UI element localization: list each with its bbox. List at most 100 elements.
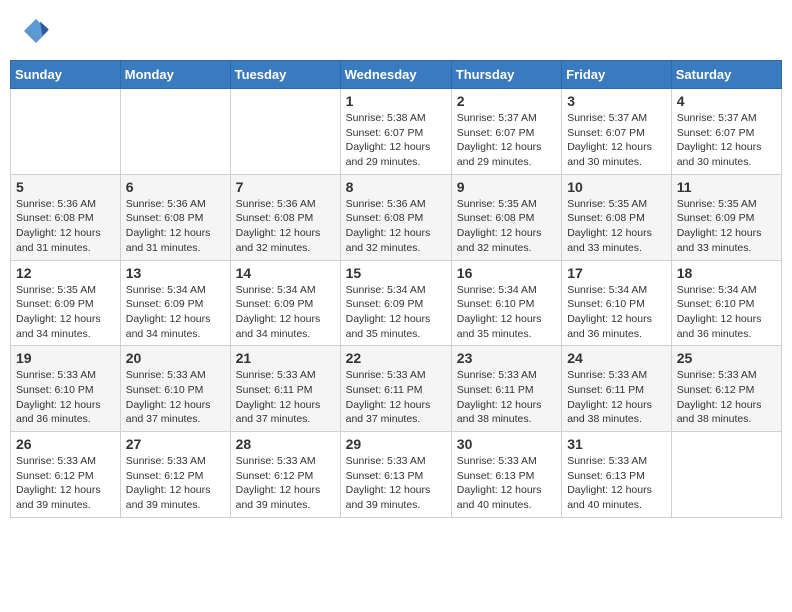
day-info: Sunrise: 5:35 AM Sunset: 6:09 PM Dayligh…: [16, 283, 115, 342]
day-info: Sunrise: 5:33 AM Sunset: 6:12 PM Dayligh…: [677, 368, 776, 427]
day-info: Sunrise: 5:37 AM Sunset: 6:07 PM Dayligh…: [677, 111, 776, 170]
day-info: Sunrise: 5:35 AM Sunset: 6:09 PM Dayligh…: [677, 197, 776, 256]
calendar-day-header: Friday: [562, 61, 672, 89]
calendar-cell: [230, 89, 340, 175]
calendar-cell: 21 Sunrise: 5:33 AM Sunset: 6:11 PM Dayli…: [230, 346, 340, 432]
calendar-cell: 6 Sunrise: 5:36 AM Sunset: 6:08 PM Daylig…: [120, 174, 230, 260]
calendar-cell: 30 Sunrise: 5:33 AM Sunset: 6:13 PM Dayli…: [451, 432, 561, 518]
day-number: 13: [126, 265, 225, 281]
day-info: Sunrise: 5:33 AM Sunset: 6:12 PM Dayligh…: [126, 454, 225, 513]
day-info: Sunrise: 5:33 AM Sunset: 6:13 PM Dayligh…: [346, 454, 446, 513]
logo: [20, 15, 56, 47]
calendar-day-header: Saturday: [671, 61, 781, 89]
day-number: 9: [457, 179, 556, 195]
calendar-cell: 19 Sunrise: 5:33 AM Sunset: 6:10 PM Dayli…: [11, 346, 121, 432]
day-number: 22: [346, 350, 446, 366]
calendar-cell: 25Sunrise: 5:33 AM Sunset: 6:12 PM Dayli…: [671, 346, 781, 432]
day-number: 21: [236, 350, 335, 366]
day-info: Sunrise: 5:33 AM Sunset: 6:13 PM Dayligh…: [457, 454, 556, 513]
calendar-header-row: SundayMondayTuesdayWednesdayThursdayFrid…: [11, 61, 782, 89]
calendar-cell: 28 Sunrise: 5:33 AM Sunset: 6:12 PM Dayli…: [230, 432, 340, 518]
day-info: Sunrise: 5:36 AM Sunset: 6:08 PM Dayligh…: [346, 197, 446, 256]
calendar-cell: 7 Sunrise: 5:36 AM Sunset: 6:08 PM Daylig…: [230, 174, 340, 260]
calendar-cell: [671, 432, 781, 518]
day-info: Sunrise: 5:33 AM Sunset: 6:12 PM Dayligh…: [236, 454, 335, 513]
day-info: Sunrise: 5:36 AM Sunset: 6:08 PM Dayligh…: [16, 197, 115, 256]
day-number: 7: [236, 179, 335, 195]
day-info: Sunrise: 5:34 AM Sunset: 6:10 PM Dayligh…: [567, 283, 666, 342]
day-number: 19: [16, 350, 115, 366]
day-info: Sunrise: 5:34 AM Sunset: 6:09 PM Dayligh…: [346, 283, 446, 342]
day-number: 15: [346, 265, 446, 281]
day-info: Sunrise: 5:38 AM Sunset: 6:07 PM Dayligh…: [346, 111, 446, 170]
day-info: Sunrise: 5:35 AM Sunset: 6:08 PM Dayligh…: [457, 197, 556, 256]
day-info: Sunrise: 5:33 AM Sunset: 6:10 PM Dayligh…: [126, 368, 225, 427]
calendar-cell: 2Sunrise: 5:37 AM Sunset: 6:07 PM Daylig…: [451, 89, 561, 175]
day-number: 6: [126, 179, 225, 195]
day-info: Sunrise: 5:37 AM Sunset: 6:07 PM Dayligh…: [567, 111, 666, 170]
calendar-cell: 13 Sunrise: 5:34 AM Sunset: 6:09 PM Dayli…: [120, 260, 230, 346]
day-number: 5: [16, 179, 115, 195]
calendar-cell: 20Sunrise: 5:33 AM Sunset: 6:10 PM Dayli…: [120, 346, 230, 432]
day-number: 31: [567, 436, 666, 452]
calendar-week-row: 12 Sunrise: 5:35 AM Sunset: 6:09 PM Dayli…: [11, 260, 782, 346]
day-info: Sunrise: 5:34 AM Sunset: 6:09 PM Dayligh…: [236, 283, 335, 342]
calendar-week-row: 5 Sunrise: 5:36 AM Sunset: 6:08 PM Daylig…: [11, 174, 782, 260]
calendar-day-header: Monday: [120, 61, 230, 89]
day-number: 24: [567, 350, 666, 366]
calendar-cell: 9 Sunrise: 5:35 AM Sunset: 6:08 PM Daylig…: [451, 174, 561, 260]
day-info: Sunrise: 5:33 AM Sunset: 6:10 PM Dayligh…: [16, 368, 115, 427]
calendar-cell: 18 Sunrise: 5:34 AM Sunset: 6:10 PM Dayli…: [671, 260, 781, 346]
day-number: 17: [567, 265, 666, 281]
calendar-week-row: 19 Sunrise: 5:33 AM Sunset: 6:10 PM Dayli…: [11, 346, 782, 432]
calendar-cell: 24 Sunrise: 5:33 AM Sunset: 6:11 PM Dayli…: [562, 346, 672, 432]
day-info: Sunrise: 5:33 AM Sunset: 6:11 PM Dayligh…: [346, 368, 446, 427]
page-header: [10, 10, 782, 52]
day-number: 29: [346, 436, 446, 452]
day-info: Sunrise: 5:36 AM Sunset: 6:08 PM Dayligh…: [126, 197, 225, 256]
day-info: Sunrise: 5:33 AM Sunset: 6:11 PM Dayligh…: [567, 368, 666, 427]
calendar-cell: 16Sunrise: 5:34 AM Sunset: 6:10 PM Dayli…: [451, 260, 561, 346]
day-info: Sunrise: 5:36 AM Sunset: 6:08 PM Dayligh…: [236, 197, 335, 256]
day-info: Sunrise: 5:34 AM Sunset: 6:09 PM Dayligh…: [126, 283, 225, 342]
day-info: Sunrise: 5:34 AM Sunset: 6:10 PM Dayligh…: [677, 283, 776, 342]
calendar-week-row: 26 Sunrise: 5:33 AM Sunset: 6:12 PM Dayli…: [11, 432, 782, 518]
day-number: 8: [346, 179, 446, 195]
calendar-day-header: Thursday: [451, 61, 561, 89]
calendar-cell: 11Sunrise: 5:35 AM Sunset: 6:09 PM Dayli…: [671, 174, 781, 260]
day-info: Sunrise: 5:37 AM Sunset: 6:07 PM Dayligh…: [457, 111, 556, 170]
calendar-cell: 3Sunrise: 5:37 AM Sunset: 6:07 PM Daylig…: [562, 89, 672, 175]
calendar-cell: 26Sunrise: 5:33 AM Sunset: 6:12 PM Dayli…: [11, 432, 121, 518]
logo-icon: [20, 15, 52, 47]
day-number: 14: [236, 265, 335, 281]
calendar-cell: 31 Sunrise: 5:33 AM Sunset: 6:13 PM Dayli…: [562, 432, 672, 518]
day-info: Sunrise: 5:33 AM Sunset: 6:11 PM Dayligh…: [236, 368, 335, 427]
calendar-cell: 4 Sunrise: 5:37 AM Sunset: 6:07 PM Daylig…: [671, 89, 781, 175]
calendar-day-header: Sunday: [11, 61, 121, 89]
calendar-cell: 22 Sunrise: 5:33 AM Sunset: 6:11 PM Dayli…: [340, 346, 451, 432]
calendar-cell: [11, 89, 121, 175]
day-number: 18: [677, 265, 776, 281]
day-info: Sunrise: 5:33 AM Sunset: 6:11 PM Dayligh…: [457, 368, 556, 427]
calendar-week-row: 1Sunrise: 5:38 AM Sunset: 6:07 PM Daylig…: [11, 89, 782, 175]
calendar-cell: 23 Sunrise: 5:33 AM Sunset: 6:11 PM Dayli…: [451, 346, 561, 432]
day-number: 27: [126, 436, 225, 452]
calendar-cell: 1Sunrise: 5:38 AM Sunset: 6:07 PM Daylig…: [340, 89, 451, 175]
day-number: 4: [677, 93, 776, 109]
day-number: 28: [236, 436, 335, 452]
calendar-cell: [120, 89, 230, 175]
calendar-table: SundayMondayTuesdayWednesdayThursdayFrid…: [10, 60, 782, 518]
day-number: 12: [16, 265, 115, 281]
day-number: 26: [16, 436, 115, 452]
day-number: 30: [457, 436, 556, 452]
calendar-cell: 27 Sunrise: 5:33 AM Sunset: 6:12 PM Dayli…: [120, 432, 230, 518]
calendar-cell: 14 Sunrise: 5:34 AM Sunset: 6:09 PM Dayli…: [230, 260, 340, 346]
day-number: 16: [457, 265, 556, 281]
day-number: 23: [457, 350, 556, 366]
calendar-day-header: Wednesday: [340, 61, 451, 89]
calendar-cell: 5 Sunrise: 5:36 AM Sunset: 6:08 PM Daylig…: [11, 174, 121, 260]
day-info: Sunrise: 5:33 AM Sunset: 6:13 PM Dayligh…: [567, 454, 666, 513]
calendar-day-header: Tuesday: [230, 61, 340, 89]
calendar-cell: 15 Sunrise: 5:34 AM Sunset: 6:09 PM Dayli…: [340, 260, 451, 346]
calendar-cell: 17 Sunrise: 5:34 AM Sunset: 6:10 PM Dayli…: [562, 260, 672, 346]
